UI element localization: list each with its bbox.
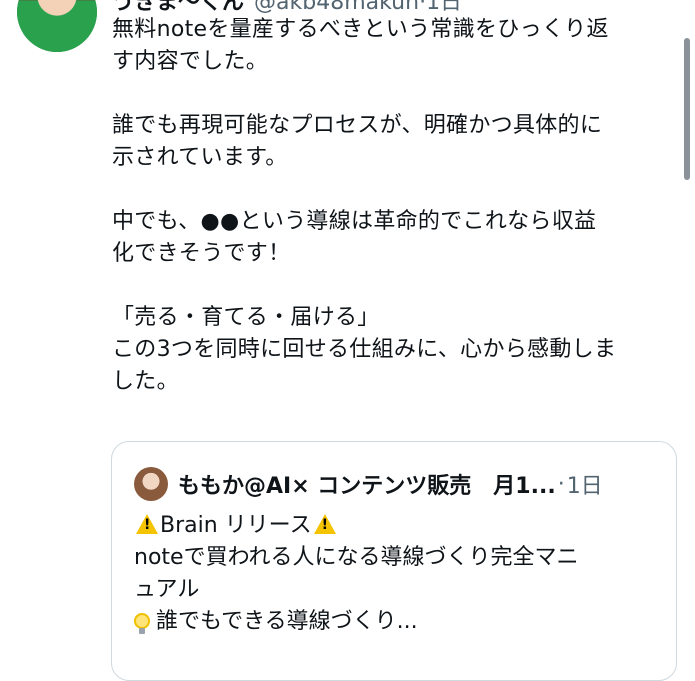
tweet-line: 中でも、●●という導線は革命的でこれなら収益 xyxy=(112,209,597,234)
quoted-line: 誰でもできる導線づくり... xyxy=(134,606,654,638)
quoted-tweet-header: ももか@AI× コンテンツ販売 月1... · 1日 xyxy=(134,466,603,502)
tweet-line: この3つを同時に回せる仕組みに、心から感動しま xyxy=(112,337,617,362)
author-display-name[interactable]: うきま〜くん xyxy=(112,0,244,15)
tweet-line: 誰でも再現可能なプロセスが、明確かつ具体的に xyxy=(112,113,603,138)
tweet-time[interactable]: 1日 xyxy=(426,0,462,15)
tweet-line: す内容でした。 xyxy=(112,49,269,74)
quoted-author-avatar[interactable] xyxy=(134,467,168,501)
quoted-tweet-text: Brain リリース noteで買われる人になる導線づくり完全マニ ュアル 誰で… xyxy=(134,510,654,638)
quoted-line: ュアル xyxy=(134,577,200,602)
quoted-tweet-time[interactable]: 1日 xyxy=(567,468,603,500)
tweet-time-sep: · xyxy=(419,0,427,15)
quoted-time-sep: · xyxy=(557,471,565,497)
tweet-text: 無料noteを量産するべきという常識をひっくり返 す内容でした。 誰でも再現可能… xyxy=(112,14,672,398)
warning-icon xyxy=(136,514,158,534)
warning-icon xyxy=(313,514,336,534)
quoted-tweet-card[interactable]: ももか@AI× コンテンツ販売 月1... · 1日 Brain リリース no… xyxy=(111,441,677,681)
tweet-line: 無料noteを量産するべきという常識をひっくり返 xyxy=(112,17,609,42)
quoted-line: noteで買われる人になる導線づくり完全マニ xyxy=(134,545,579,570)
author-handle[interactable]: @akb48makun xyxy=(254,0,419,15)
quoted-line-text: Brain リリース xyxy=(160,513,312,538)
quoted-line: Brain リリース xyxy=(134,510,654,542)
quoted-author-name[interactable]: ももか@AI× コンテンツ販売 月1... xyxy=(178,468,556,500)
quoted-line-text: 誰でもできる導線づくり... xyxy=(156,609,418,634)
light-bulb-icon xyxy=(134,613,150,634)
tweet-line: 「売る・育てる・届ける」 xyxy=(112,305,380,330)
scrollbar-thumb[interactable] xyxy=(684,38,690,180)
tweet-line: 化できそうです！ xyxy=(112,241,291,266)
tweet-line: した。 xyxy=(112,369,179,394)
tweet-line: 示されています。 xyxy=(112,145,288,170)
author-avatar[interactable] xyxy=(17,0,97,52)
